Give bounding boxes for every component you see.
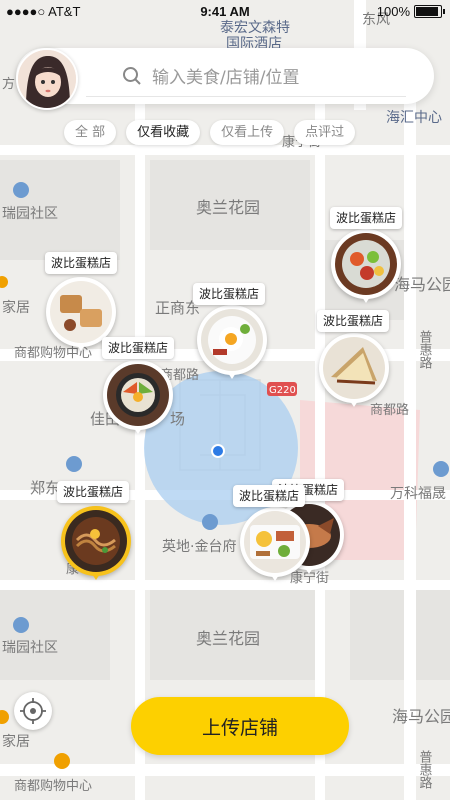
map-label-shangdu-mall-bottom: 商都购物中心 bbox=[14, 778, 92, 794]
shop-pin-label: 波比蛋糕店 bbox=[193, 283, 266, 305]
map-label-shangdu-rd-right: 商都路 bbox=[370, 402, 409, 418]
search-icon bbox=[122, 66, 142, 90]
filter-reviewed[interactable]: 点评过 bbox=[294, 120, 356, 145]
map-label-fang: 方 bbox=[2, 76, 15, 92]
map-label-puhui-bottom: 普惠路 bbox=[417, 750, 433, 789]
food-photo-salad bbox=[335, 233, 397, 295]
shop-pin-breakfast[interactable] bbox=[240, 507, 310, 581]
shop-pin-label: 波比蛋糕店 bbox=[317, 310, 390, 332]
shop-pin-salad[interactable] bbox=[331, 229, 401, 303]
upload-shop-button[interactable]: 上传店铺 bbox=[131, 697, 349, 755]
battery-percent: 100% bbox=[376, 4, 410, 19]
filter-chips: 全 部 仅看收藏 仅看上传 点评过 bbox=[64, 120, 356, 145]
shop-pin-sandwich[interactable] bbox=[319, 333, 389, 407]
battery-icon bbox=[414, 5, 445, 18]
filter-all[interactable]: 全 部 bbox=[64, 120, 117, 145]
food-photo-eggs bbox=[201, 309, 263, 371]
food-photo-bibimbap bbox=[107, 364, 169, 426]
map-label-wanke: 万科福晟 bbox=[390, 486, 446, 502]
food-photo-sandwich bbox=[323, 337, 385, 399]
shop-pin-label: 波比蛋糕店 bbox=[102, 337, 175, 359]
map-label-g220: G220 bbox=[269, 385, 296, 396]
map-label-yingdi: 英地·金台府 bbox=[162, 538, 236, 555]
crosshair-icon bbox=[20, 698, 46, 724]
map-label-aolan-top: 奥兰花园 bbox=[196, 198, 260, 217]
battery-indicator: 100% bbox=[376, 4, 445, 19]
search-divider bbox=[86, 96, 406, 97]
search-input[interactable] bbox=[150, 64, 414, 92]
food-photo-noodles bbox=[65, 510, 127, 572]
map-label-ruiyuan-bottom: 瑞园社区 bbox=[2, 640, 58, 656]
map-label-puhui-top: 普惠路 bbox=[417, 330, 433, 369]
filter-favorites[interactable]: 仅看收藏 bbox=[126, 120, 201, 145]
avatar[interactable] bbox=[16, 48, 78, 110]
map-label-zhengdong: 郑东 bbox=[30, 479, 60, 497]
food-photo-toast bbox=[50, 281, 112, 343]
shop-pin-bibimbap[interactable] bbox=[103, 360, 173, 434]
locate-button[interactable] bbox=[14, 692, 52, 730]
shop-pin-label: 波比蛋糕店 bbox=[45, 252, 118, 274]
map-label-haihui: 海汇中心 bbox=[386, 110, 442, 126]
shop-pin-label: 波比蛋糕店 bbox=[233, 485, 306, 507]
shop-pin-label: 波比蛋糕店 bbox=[57, 481, 130, 503]
map-label-jiaju-bottom: 家居 bbox=[2, 733, 30, 750]
shop-pin-eggs[interactable] bbox=[197, 305, 267, 379]
food-photo-breakfast bbox=[244, 511, 306, 573]
map-label-ruiyuan-top: 瑞园社区 bbox=[2, 206, 58, 222]
filter-uploaded[interactable]: 仅看上传 bbox=[210, 120, 285, 145]
map-label-aolan-bottom: 奥兰花园 bbox=[196, 629, 260, 648]
map-label-haima-bottom: 海马公园 bbox=[392, 707, 450, 726]
shop-pin-label: 波比蛋糕店 bbox=[330, 207, 403, 229]
shop-pin-noodles[interactable] bbox=[61, 506, 131, 580]
map-label-haima-top: 海马公园 bbox=[394, 275, 450, 294]
map-label-jiaju-top: 家居 bbox=[2, 299, 30, 316]
status-bar: ●●●●○ AT&T 9:41 AM 100% bbox=[0, 0, 450, 24]
